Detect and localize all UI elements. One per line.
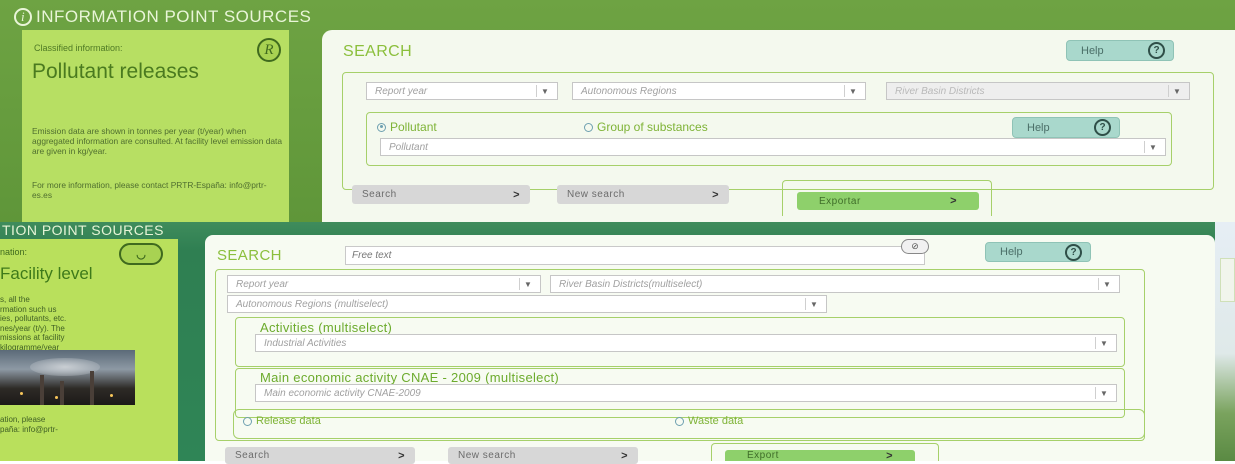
new-search-button[interactable]: New search > <box>448 447 638 464</box>
help-label: Help <box>1000 246 1023 258</box>
export-button[interactable]: Exportar > <box>797 192 979 210</box>
activities-label: Activities (multiselect) <box>260 320 393 335</box>
chevron-down-icon: ▼ <box>1144 141 1161 153</box>
r-badge-icon: R <box>257 38 281 62</box>
sidebar-description: s, all the rmation such us ies, pollutan… <box>0 295 67 352</box>
help-label: Help <box>1027 121 1050 134</box>
chevron-right-icon: > <box>621 449 628 462</box>
help-icon: ? <box>1094 119 1111 136</box>
radio-pollutant[interactable]: Pollutant <box>377 120 437 134</box>
chevron-down-icon: ▼ <box>1098 278 1115 290</box>
new-search-button[interactable]: New search > <box>557 185 729 204</box>
search-title: SEARCH <box>343 43 413 60</box>
free-text-input[interactable]: Free text <box>345 246 925 265</box>
help-label: Help <box>1081 44 1104 57</box>
chevron-right-icon: > <box>950 195 957 207</box>
chevron-right-icon: > <box>712 188 719 201</box>
chevron-down-icon: ▼ <box>1168 85 1185 97</box>
radio-unchecked-icon <box>243 416 252 426</box>
help-icon: ? <box>1065 243 1082 261</box>
classified-label: nation: <box>0 247 28 257</box>
chevron-right-icon: > <box>886 449 893 462</box>
export-button[interactable]: Export > <box>725 449 915 462</box>
autonomous-regions-select[interactable]: Autonomous Regions (multiselect) ▼ <box>227 295 827 313</box>
help-button[interactable]: Help ? <box>985 242 1091 262</box>
radio-unchecked-icon <box>584 122 593 132</box>
chevron-down-icon: ▼ <box>1095 337 1112 349</box>
chevron-down-icon: ▼ <box>805 298 822 310</box>
pollutant-select[interactable]: Pollutant ▼ <box>380 138 1166 156</box>
radio-unchecked-icon <box>675 416 684 426</box>
river-basin-select[interactable]: River Basin Districts(multiselect) ▼ <box>550 275 1120 293</box>
search-button[interactable]: Search > <box>352 185 530 204</box>
help-button[interactable]: Help ? <box>1066 40 1174 61</box>
autonomous-regions-select[interactable]: Autonomous Regions ▼ <box>572 82 866 100</box>
search-icon[interactable]: ⊘ <box>901 239 929 254</box>
sidebar-contact: ation, please paña: info@prtr- <box>0 415 58 434</box>
sidebar: Classified information: R Pollutant rele… <box>22 30 289 222</box>
cnae-select[interactable]: Main economic activity CNAE-2009 ▼ <box>255 384 1117 402</box>
chevron-down-icon: ▼ <box>536 85 553 97</box>
help-icon: ? <box>1148 42 1165 59</box>
radio-release-data[interactable]: Release data <box>243 415 321 427</box>
sidebar-contact: For more information, please contact PRT… <box>32 180 267 200</box>
activities-select[interactable]: Industrial Activities ▼ <box>255 334 1117 352</box>
factory-photo <box>0 350 135 405</box>
river-basin-select[interactable]: River Basin Districts ▼ <box>886 82 1190 100</box>
facility-badge-icon: ◡ <box>119 243 163 265</box>
chevron-right-icon: > <box>513 188 520 201</box>
facility-level-panel: TION POINT SOURCES nation: ◡ Facility le… <box>0 222 1215 464</box>
pollutant-help-button[interactable]: Help ? <box>1012 117 1120 138</box>
sidebar: nation: ◡ Facility level s, all the rmat… <box>0 239 178 461</box>
screenshot-scene: i INFORMATION POINT SOURCES Classified i… <box>0 0 1235 464</box>
sidebar-description: Emission data are shown in tonnes per ye… <box>32 126 282 156</box>
chevron-down-icon: ▼ <box>1095 387 1112 399</box>
pollutant-releases-panel: i INFORMATION POINT SOURCES Classified i… <box>0 0 1235 222</box>
radio-checked-icon <box>377 122 386 132</box>
chevron-down-icon: ▼ <box>844 85 861 97</box>
cnae-label: Main economic activity CNAE - 2009 (mult… <box>260 370 560 385</box>
search-title: SEARCH <box>217 247 282 264</box>
search-button[interactable]: Search > <box>225 447 415 464</box>
search-panel: SEARCH Free text ⊘ Help ? Report year ▼ … <box>205 235 1215 464</box>
panel-title-text: INFORMATION POINT SOURCES <box>36 7 312 26</box>
background-panel-edge <box>1220 258 1235 302</box>
search-panel: SEARCH Help ? Report year ▼ Autonomous R… <box>322 30 1235 222</box>
sidebar-heading: Facility level <box>0 264 93 283</box>
panel-title: i INFORMATION POINT SOURCES <box>14 6 311 28</box>
info-icon: i <box>14 8 32 26</box>
chevron-down-icon: ▼ <box>519 278 536 290</box>
report-year-select[interactable]: Report year ▼ <box>227 275 541 293</box>
classified-label: Classified information: <box>34 43 123 53</box>
sidebar-heading: Pollutant releases <box>32 60 199 83</box>
radio-waste-data[interactable]: Waste data <box>675 415 743 427</box>
panel-title: TION POINT SOURCES <box>2 222 164 238</box>
chevron-right-icon: > <box>398 449 405 462</box>
radio-group-of-substances[interactable]: Group of substances <box>584 120 708 134</box>
report-year-select[interactable]: Report year ▼ <box>366 82 558 100</box>
